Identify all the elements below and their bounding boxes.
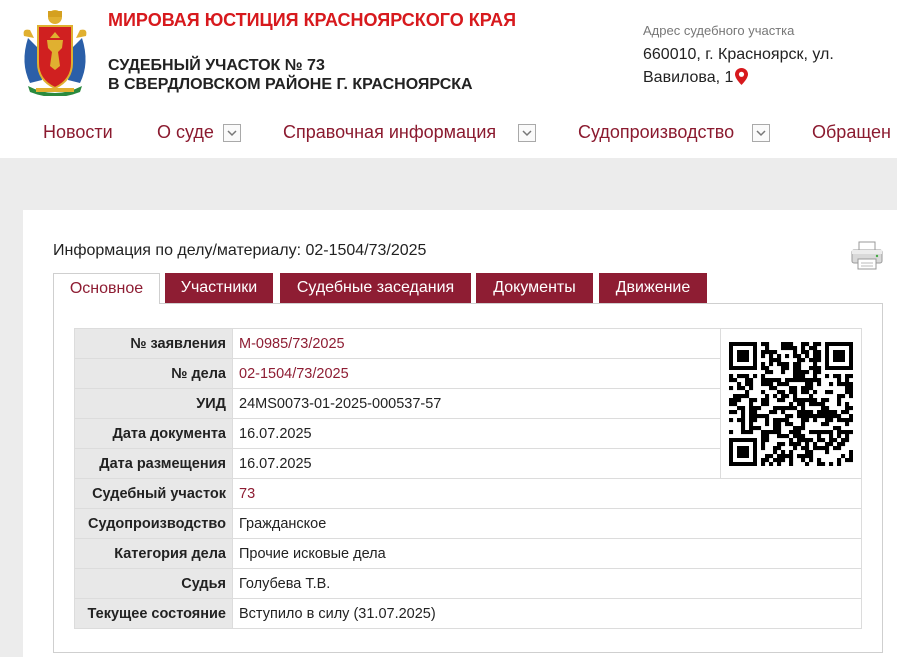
table-row: Судебный участок 73 xyxy=(74,478,862,509)
nav-item-proceedings[interactable]: Судопроизводство xyxy=(578,122,734,143)
qr-cell xyxy=(720,328,862,479)
row-label: Дата документа xyxy=(74,418,233,449)
posted-date-value: 16.07.2025 xyxy=(232,448,721,479)
nav-item-appeals[interactable]: Обращен xyxy=(812,122,891,143)
printer-icon[interactable] xyxy=(851,240,883,270)
tab-panel-main: № заявления М-0985/73/2025 № дела 02-150… xyxy=(53,303,883,653)
tab-documents[interactable]: Документы xyxy=(476,273,593,303)
chevron-down-icon[interactable] xyxy=(223,124,241,142)
application-number-link[interactable]: М-0985/73/2025 xyxy=(232,328,721,359)
site-header: МИРОВАЯ ЮСТИЦИЯ КРАСНОЯРСКОГО КРАЯ СУДЕБ… xyxy=(0,0,897,158)
uid-value: 24MS0073-01-2025-000537-57 xyxy=(232,388,721,419)
table-row: Категория дела Прочие исковые дела xyxy=(74,538,862,569)
court-address: 660010, г. Красноярск, ул. Вавилова, 1 xyxy=(643,43,883,89)
chevron-down-icon[interactable] xyxy=(752,124,770,142)
table-row: Судопроизводство Гражданское xyxy=(74,508,862,539)
table-row: Судья Голубева Т.В. xyxy=(74,568,862,599)
row-label: Судопроизводство xyxy=(74,508,233,539)
current-status-value: Вступило в силу (31.07.2025) xyxy=(232,598,862,629)
court-district-link[interactable]: 73 xyxy=(232,478,862,509)
case-number-link[interactable]: 02-1504/73/2025 xyxy=(232,358,721,389)
case-category-value: Прочие исковые дела xyxy=(232,538,862,569)
coat-of-arms-icon[interactable] xyxy=(20,8,90,96)
tab-movement[interactable]: Движение xyxy=(599,273,707,303)
court-name: СУДЕБНЫЙ УЧАСТОК № 73 В СВЕРДЛОВСКОМ РАЙ… xyxy=(108,56,473,94)
nav-item-reference[interactable]: Справочная информация xyxy=(283,122,496,143)
qr-code-icon xyxy=(729,341,853,466)
site-title[interactable]: МИРОВАЯ ЮСТИЦИЯ КРАСНОЯРСКОГО КРАЯ xyxy=(108,10,516,31)
row-label: УИД xyxy=(74,388,233,419)
chevron-down-icon[interactable] xyxy=(518,124,536,142)
document-date-value: 16.07.2025 xyxy=(232,418,721,449)
tab-participants[interactable]: Участники xyxy=(165,273,273,303)
nav-item-about[interactable]: О суде xyxy=(157,122,214,143)
main-nav: Новости О суде Справочная информация Суд… xyxy=(0,118,897,150)
court-name-line1: СУДЕБНЫЙ УЧАСТОК № 73 xyxy=(108,57,325,74)
row-label: № дела xyxy=(74,358,233,389)
map-pin-icon[interactable] xyxy=(735,68,749,85)
tab-court-sessions[interactable]: Судебные заседания xyxy=(280,273,471,303)
nav-item-news[interactable]: Новости xyxy=(43,122,113,143)
table-row: Текущее состояние Вступило в силу (31.07… xyxy=(74,598,862,629)
proceeding-type-value: Гражданское xyxy=(232,508,862,539)
case-info-table: № заявления М-0985/73/2025 № дела 02-150… xyxy=(74,328,862,629)
row-label: Судебный участок xyxy=(74,478,233,509)
tab-main[interactable]: Основное xyxy=(53,273,160,304)
table-row: № заявления М-0985/73/2025 xyxy=(74,328,862,479)
row-label: Категория дела xyxy=(74,538,233,569)
case-card: Информация по делу/материалу: 02-1504/73… xyxy=(23,210,897,657)
court-name-line2: В СВЕРДЛОВСКОМ РАЙОНЕ Г. КРАСНОЯРСКА xyxy=(108,76,473,93)
row-label: Дата размещения xyxy=(74,448,233,479)
row-label: Судья xyxy=(74,568,233,599)
row-label: № заявления xyxy=(74,328,233,359)
judge-value: Голубева Т.В. xyxy=(232,568,862,599)
case-title: Информация по делу/материалу: 02-1504/73… xyxy=(53,242,427,259)
address-caption: Адрес судебного участка xyxy=(643,23,795,38)
row-label: Текущее состояние xyxy=(74,598,233,629)
